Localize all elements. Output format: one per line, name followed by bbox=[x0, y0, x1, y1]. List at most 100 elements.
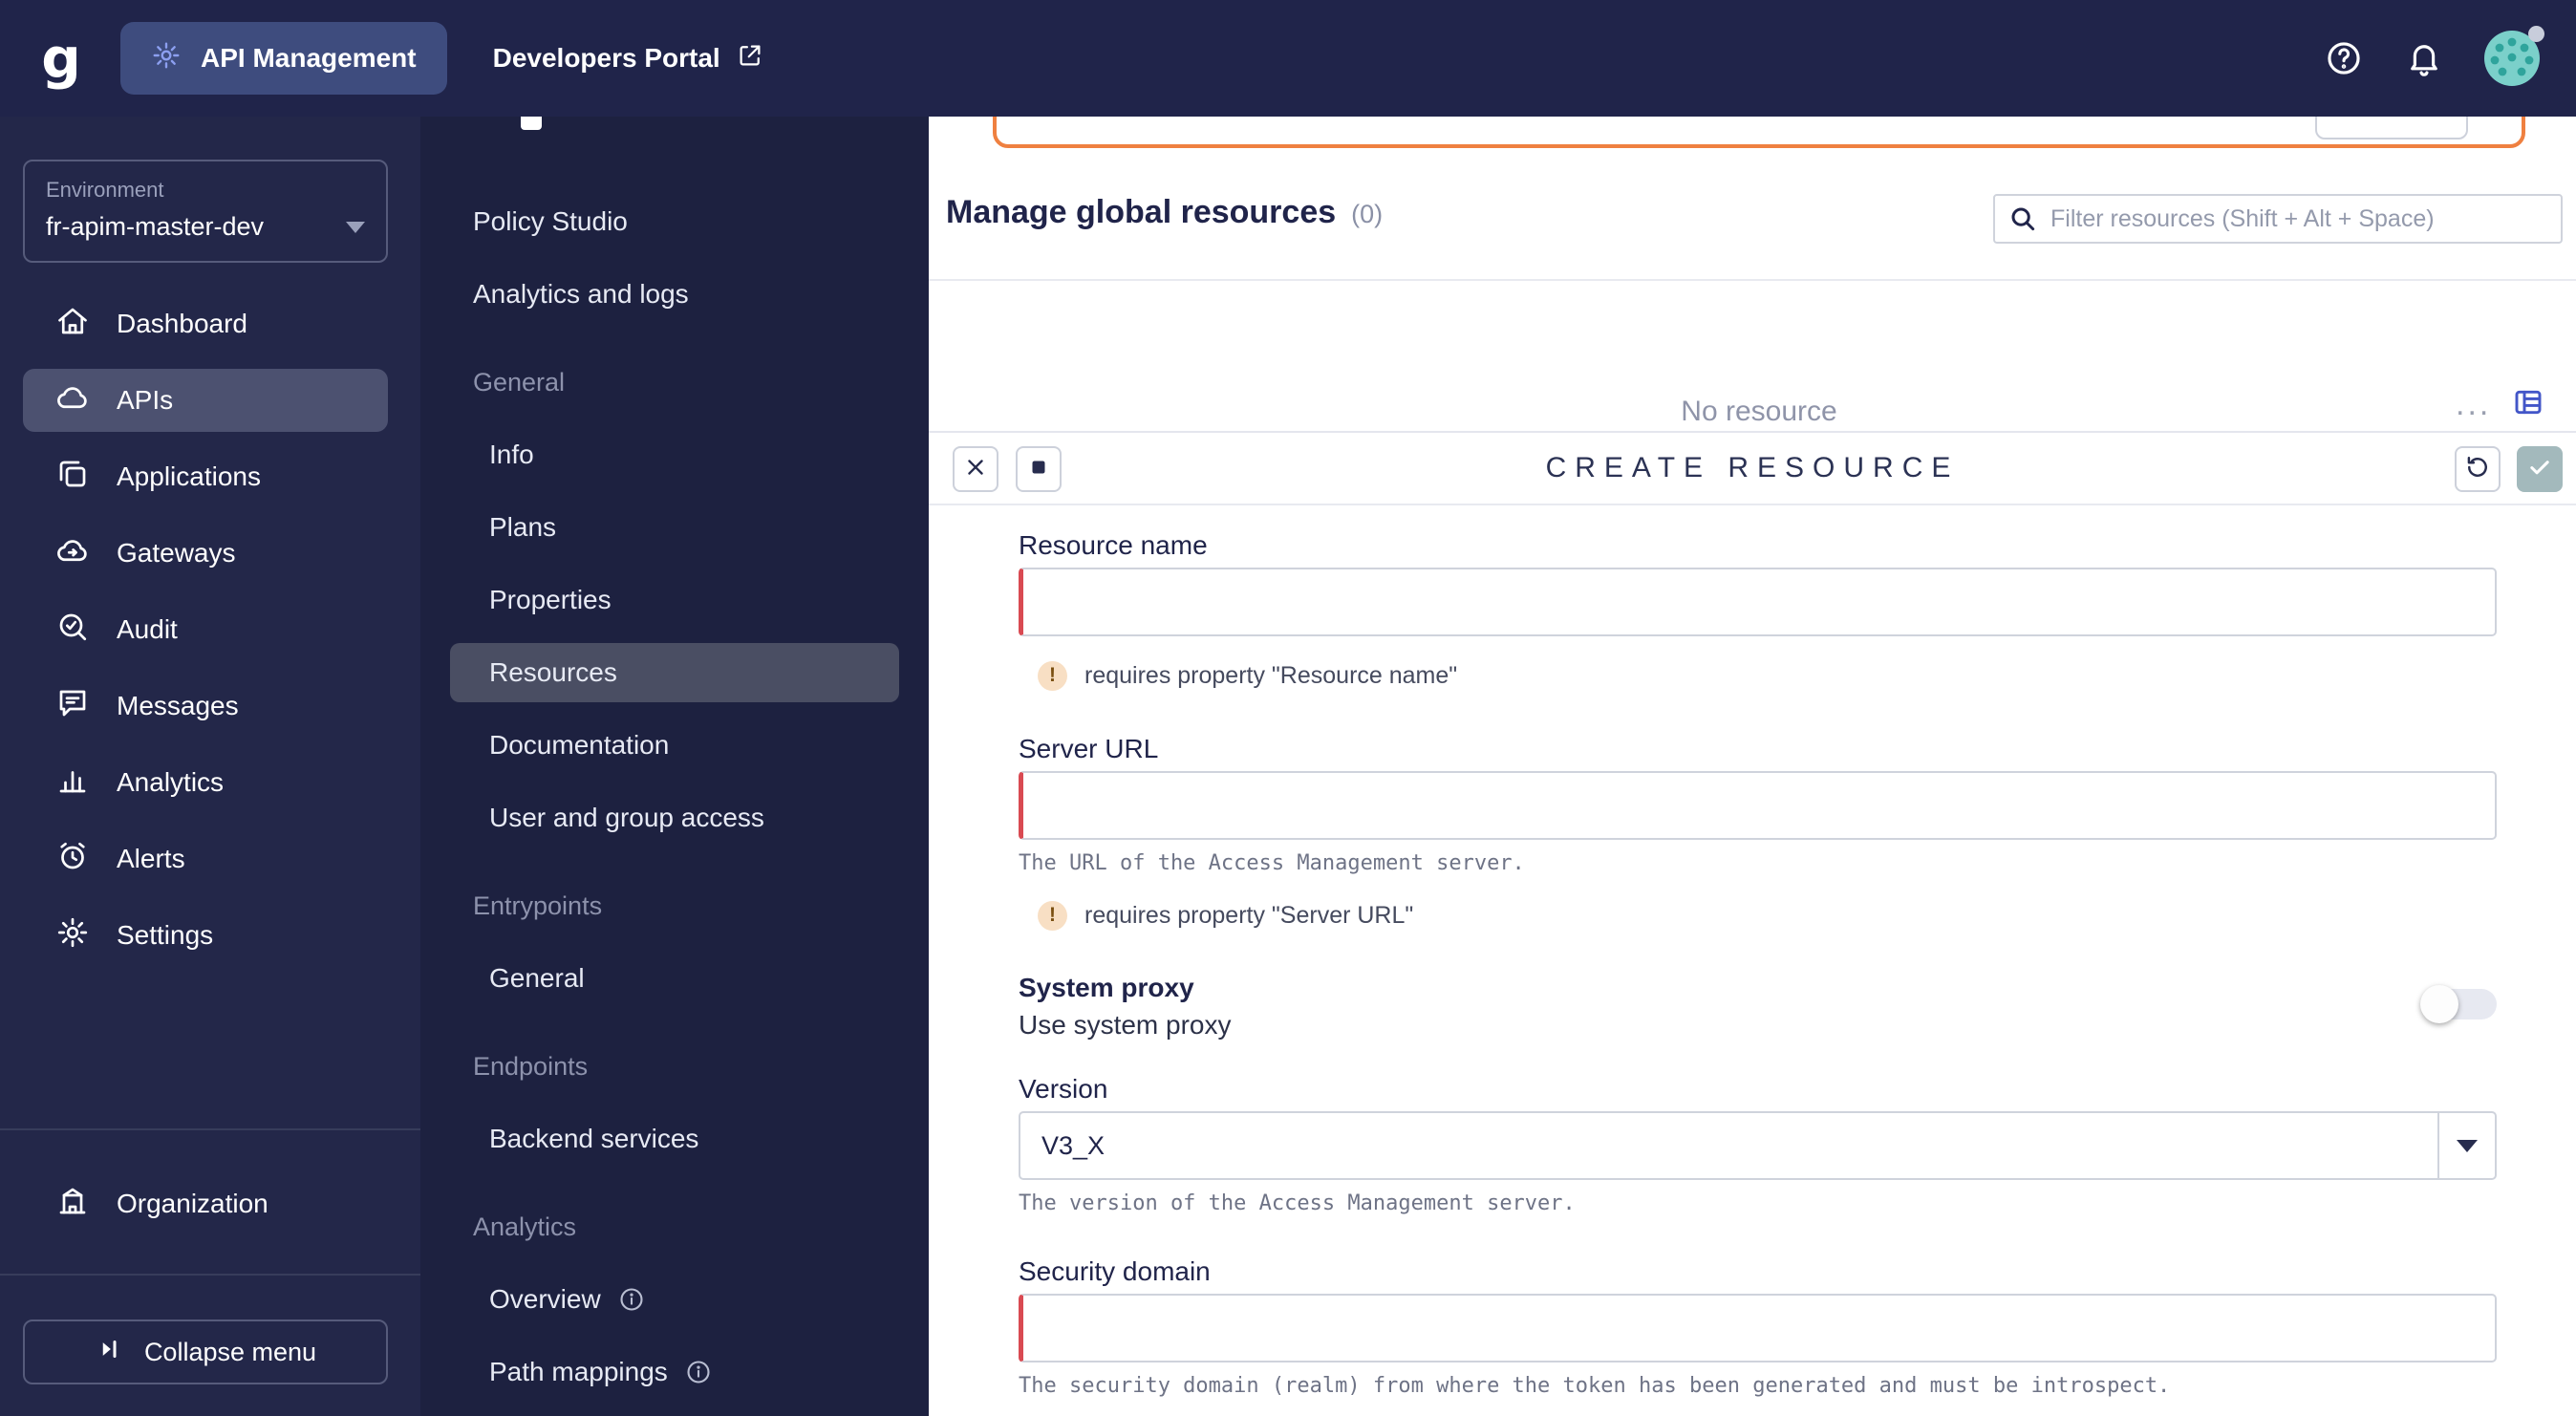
alarm-clock-icon bbox=[55, 839, 90, 880]
submenu-item-label: General bbox=[489, 963, 585, 993]
sidebar-item-label: Gateways bbox=[117, 538, 236, 568]
error-text: requires property "Server URL" bbox=[1084, 901, 1414, 929]
submenu-item-overview[interactable]: Overview bbox=[420, 1263, 929, 1336]
submenu-section-label: Entrypoints bbox=[473, 890, 603, 920]
collapse-menu-button[interactable]: Collapse menu bbox=[23, 1319, 388, 1384]
server-url-label: Server URL bbox=[1019, 734, 1159, 763]
sidebar-item-organization[interactable]: Organization bbox=[0, 1166, 420, 1242]
gravitee-logo: g bbox=[41, 26, 81, 91]
sidebar-item-label: Analytics bbox=[117, 767, 225, 797]
reset-button[interactable] bbox=[2455, 446, 2501, 492]
sidebar-item-messages[interactable]: Messages bbox=[0, 668, 420, 744]
sidebar-divider bbox=[0, 1128, 420, 1130]
gear-icon bbox=[151, 40, 182, 77]
developers-portal-link[interactable]: Developers Portal bbox=[493, 41, 764, 76]
applications-icon bbox=[55, 457, 90, 498]
submenu-item-resources[interactable]: Resources bbox=[420, 636, 929, 709]
more-columns-icon[interactable]: ... bbox=[2456, 386, 2491, 423]
submenu-section-label: General bbox=[473, 367, 566, 397]
create-resource-header: CREATE RESOURCE bbox=[929, 433, 2576, 505]
resource-name-label: Resource name bbox=[1019, 530, 1208, 560]
security-domain-help: The security domain (realm) from where t… bbox=[1019, 1374, 2171, 1398]
table-view-icon[interactable] bbox=[2513, 387, 2544, 418]
server-url-input[interactable] bbox=[1019, 771, 2497, 840]
toggle-knob bbox=[2420, 985, 2458, 1023]
sidebar-item-applications[interactable]: Applications bbox=[0, 439, 420, 515]
warning-icon: ! bbox=[1038, 900, 1067, 931]
submenu-item-info[interactable]: Info bbox=[420, 418, 929, 491]
page-heading: Manage global resources (0) bbox=[946, 194, 1383, 244]
refresh-icon bbox=[2464, 454, 2491, 485]
topbar: g API Management Developers Portal bbox=[0, 0, 2576, 117]
submenu-item-label: Documentation bbox=[489, 730, 670, 760]
api-submenu: Policy Studio Analytics and logs General… bbox=[420, 117, 929, 1416]
warning-panel-fragment bbox=[993, 117, 2525, 148]
sidebar-item-alerts[interactable]: Alerts bbox=[0, 821, 420, 897]
server-url-help: The URL of the Access Management server. bbox=[1019, 851, 1525, 875]
gateway-cloud-icon bbox=[55, 533, 90, 574]
sidebar-item-analytics[interactable]: Analytics bbox=[0, 744, 420, 821]
sidebar-item-label: Audit bbox=[117, 614, 178, 644]
filter-field bbox=[1993, 194, 2563, 244]
submenu-item-user-and-group-access[interactable]: User and group access bbox=[420, 782, 929, 854]
cloud-icon bbox=[55, 380, 90, 421]
sidebar-item-label: Organization bbox=[117, 1189, 268, 1218]
check-icon bbox=[2526, 454, 2553, 485]
message-icon bbox=[55, 686, 90, 727]
help-icon[interactable] bbox=[2324, 38, 2364, 78]
audit-search-icon bbox=[55, 610, 90, 651]
home-icon bbox=[55, 304, 90, 345]
system-proxy-label: System proxy bbox=[1019, 973, 1194, 1002]
submenu-item-path-mappings[interactable]: Path mappings bbox=[420, 1336, 929, 1408]
system-proxy-toggle[interactable] bbox=[2420, 985, 2497, 1023]
submenu-section-label: Endpoints bbox=[473, 1051, 589, 1081]
security-domain-input[interactable] bbox=[1019, 1294, 2497, 1362]
filter-resources-input[interactable] bbox=[2050, 204, 2547, 233]
primary-sidebar: Environment fr-apim-master-dev Dashboard… bbox=[0, 117, 420, 1416]
chevron-down-icon bbox=[346, 221, 365, 233]
submenu-item-label: Backend services bbox=[489, 1124, 699, 1153]
info-icon bbox=[685, 1359, 712, 1385]
submenu-item-label: Info bbox=[489, 440, 534, 469]
sidebar-item-gateways[interactable]: Gateways bbox=[0, 515, 420, 591]
submenu-item-label: Overview bbox=[489, 1284, 601, 1314]
avatar-status-dot bbox=[2528, 26, 2544, 42]
submenu-item-backend-services[interactable]: Backend services bbox=[420, 1103, 929, 1175]
resource-name-input[interactable] bbox=[1019, 568, 2497, 636]
submenu-item-properties[interactable]: Properties bbox=[420, 564, 929, 636]
submenu-item-analytics-and-logs[interactable]: Analytics and logs bbox=[420, 258, 929, 331]
submenu-item-general[interactable]: General bbox=[420, 942, 929, 1015]
user-avatar[interactable] bbox=[2484, 26, 2544, 86]
sidebar-item-audit[interactable]: Audit bbox=[0, 591, 420, 668]
submenu-item-documentation[interactable]: Documentation bbox=[420, 709, 929, 782]
clipped-button-fragment[interactable] bbox=[2315, 117, 2468, 139]
sidebar-divider bbox=[0, 1274, 420, 1276]
submenu-item-policy-studio[interactable]: Policy Studio bbox=[420, 185, 929, 258]
submenu-item-plans[interactable]: Plans bbox=[420, 491, 929, 564]
collapse-icon bbox=[95, 1335, 123, 1370]
submenu-item-label: Resources bbox=[489, 657, 617, 687]
sidebar-item-apis[interactable]: APIs bbox=[0, 362, 420, 439]
sidebar-item-label: Settings bbox=[117, 920, 214, 950]
page-title: Manage global resources bbox=[946, 194, 1337, 230]
environment-selector[interactable]: Environment fr-apim-master-dev bbox=[23, 160, 388, 263]
submenu-item-label: Analytics and logs bbox=[473, 279, 689, 309]
system-proxy-description: Use system proxy bbox=[1019, 1010, 1232, 1040]
api-management-button[interactable]: API Management bbox=[120, 22, 447, 95]
select-arrow-button[interactable] bbox=[2437, 1113, 2495, 1178]
info-icon bbox=[618, 1286, 645, 1313]
topbar-actions bbox=[2324, 26, 2544, 86]
sidebar-item-settings[interactable]: Settings bbox=[0, 897, 420, 974]
system-proxy-row: System proxy Use system proxy bbox=[1019, 972, 2497, 1042]
submenu-item-label: Policy Studio bbox=[473, 206, 628, 236]
sidebar-item-dashboard[interactable]: Dashboard bbox=[0, 286, 420, 362]
notifications-bell-icon[interactable] bbox=[2404, 38, 2444, 78]
submenu-item-label: Path mappings bbox=[489, 1357, 668, 1386]
version-select[interactable]: V3_X bbox=[1019, 1111, 2497, 1180]
search-icon bbox=[2008, 204, 2037, 233]
collapse-menu-label: Collapse menu bbox=[143, 1337, 317, 1366]
gear-icon bbox=[55, 915, 90, 956]
chevron-down-icon bbox=[2457, 1139, 2478, 1152]
warning-icon: ! bbox=[1038, 660, 1067, 691]
confirm-button[interactable] bbox=[2517, 446, 2563, 492]
